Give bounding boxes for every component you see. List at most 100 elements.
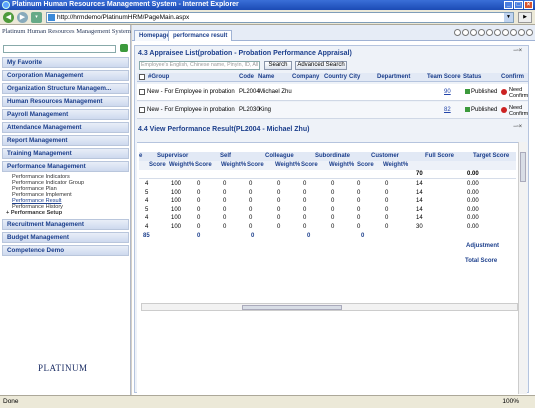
summary-score: 85 bbox=[143, 233, 150, 239]
result-cell: 0 bbox=[249, 215, 253, 221]
sub-head: Weight% bbox=[329, 162, 355, 168]
sidebar-item-competence[interactable]: Competence Demo bbox=[2, 245, 129, 256]
sidebar-item-performance[interactable]: Performance Management bbox=[2, 161, 129, 172]
sidebar-sub-setup[interactable]: + Performance Setup bbox=[6, 210, 62, 216]
help-icon[interactable] bbox=[510, 29, 517, 36]
row-confirm[interactable]: Need Confirm bbox=[509, 87, 529, 99]
col-code[interactable]: Code bbox=[239, 73, 254, 82]
col-group[interactable]: #Group bbox=[148, 73, 169, 82]
select-all-checkbox[interactable] bbox=[139, 74, 145, 80]
need-confirm-icon[interactable] bbox=[501, 107, 507, 113]
col-team-score[interactable]: Team Score bbox=[427, 73, 461, 82]
row-team-score-link[interactable]: 82 bbox=[444, 102, 451, 119]
result-cell: 100 bbox=[171, 215, 182, 221]
forward-button[interactable]: ▶ bbox=[17, 12, 28, 23]
result-cell: 0 bbox=[357, 206, 361, 213]
row-status-text: Published bbox=[471, 89, 498, 95]
group-head-subordinate: Subordinate bbox=[315, 153, 351, 159]
sidebar-item-corporation[interactable]: Corporation Management bbox=[2, 70, 129, 81]
horizontal-scrollbar[interactable] bbox=[141, 303, 518, 311]
col-country[interactable]: Country bbox=[324, 73, 347, 82]
result-cell: 0 bbox=[197, 215, 201, 221]
result-cell: 100 bbox=[171, 206, 182, 213]
system-title: Platinum Human Resources Management Syst… bbox=[2, 28, 131, 35]
sidebar-item-report[interactable]: Report Management bbox=[2, 135, 129, 146]
address-input[interactable]: http://hrmdemo/PlatinumHRM/PageMain.aspx… bbox=[46, 12, 514, 23]
tab-performance-result[interactable]: performance result bbox=[168, 30, 233, 41]
result-cell: 14 bbox=[416, 181, 423, 187]
table-row[interactable]: New - For Employee in probation PL2004 M… bbox=[137, 84, 528, 101]
scroll-thumb[interactable] bbox=[520, 152, 526, 182]
sub-head: Score bbox=[357, 162, 374, 168]
result-cell: 0 bbox=[357, 181, 361, 187]
sidebar-item-attendance[interactable]: Attendance Management bbox=[2, 122, 129, 133]
col-name[interactable]: Name bbox=[258, 73, 274, 82]
row-checkbox[interactable] bbox=[139, 89, 145, 95]
result-cell: 100 bbox=[171, 181, 182, 187]
row-team-score-link[interactable]: 90 bbox=[444, 84, 451, 101]
search-icon[interactable] bbox=[120, 44, 128, 52]
advanced-search-button[interactable]: Advanced Search bbox=[295, 61, 347, 70]
vertical-scrollbar[interactable] bbox=[518, 142, 527, 394]
prev-icon[interactable] bbox=[462, 29, 469, 36]
close-button[interactable]: × bbox=[524, 1, 533, 9]
maximize-button[interactable]: □ bbox=[514, 1, 523, 9]
chevron-down-icon[interactable]: ▼ bbox=[504, 13, 513, 22]
sidebar-item-budget[interactable]: Budget Management bbox=[2, 232, 129, 243]
sidebar-item-payroll[interactable]: Payroll Management bbox=[2, 109, 129, 120]
result-cell: 100 bbox=[171, 223, 182, 230]
need-confirm-icon[interactable] bbox=[501, 89, 507, 95]
zoom-level[interactable]: 100% bbox=[502, 396, 519, 408]
sidebar-item-training[interactable]: Training Management bbox=[2, 148, 129, 159]
result-cell: 0 bbox=[223, 198, 227, 204]
search-button[interactable]: Search bbox=[264, 61, 292, 70]
scroll-thumb[interactable] bbox=[242, 305, 342, 310]
col-confirm[interactable]: Confirm bbox=[501, 73, 524, 82]
next-icon[interactable] bbox=[470, 29, 477, 36]
tab-bar: Homepage performance result bbox=[132, 25, 535, 41]
panel-controls[interactable]: −▫× bbox=[513, 48, 522, 54]
first-icon[interactable] bbox=[454, 29, 461, 36]
result-cell: 0.00 bbox=[467, 181, 479, 187]
result-cell: 0 bbox=[385, 215, 389, 221]
platinum-logo: PLATINUM bbox=[38, 363, 88, 373]
address-toolbar: ◀ ▶ ▾ http://hrmdemo/PlatinumHRM/PageMai… bbox=[0, 10, 535, 25]
minimize-button[interactable]: _ bbox=[504, 1, 513, 9]
result-cell: 4 bbox=[145, 223, 149, 230]
sub-head: Weight% bbox=[221, 162, 247, 168]
result-cell: 0 bbox=[331, 198, 335, 204]
window-title: Platinum Human Resources Management Syst… bbox=[12, 1, 239, 8]
table-row[interactable]: New - For Employee in probation PL2030 K… bbox=[137, 102, 528, 119]
status-bar: Done 100% bbox=[0, 395, 535, 408]
close-tab-icon[interactable] bbox=[526, 29, 533, 36]
back-button[interactable]: ◀ bbox=[3, 12, 14, 23]
appraisee-search-input[interactable]: Employee's English, Chinese name, Pinyin… bbox=[139, 61, 260, 70]
col-status[interactable]: Status bbox=[463, 73, 481, 82]
result-cell: 0 bbox=[197, 189, 201, 196]
sidebar-item-organization[interactable]: Organization Structure Managem... bbox=[2, 83, 129, 94]
result-cell: 0 bbox=[385, 223, 389, 230]
refresh-icon[interactable] bbox=[486, 29, 493, 36]
col-city[interactable]: City bbox=[349, 73, 360, 82]
last-icon[interactable] bbox=[478, 29, 485, 36]
row-checkbox[interactable] bbox=[139, 107, 145, 113]
print-icon[interactable] bbox=[494, 29, 501, 36]
col-department[interactable]: Department bbox=[377, 73, 410, 82]
status-text: Done bbox=[3, 398, 19, 405]
go-button[interactable]: ▶ bbox=[518, 12, 532, 23]
sidebar-item-human-resources[interactable]: Human Resources Management bbox=[2, 96, 129, 107]
row-name: King bbox=[259, 107, 272, 113]
settings-icon[interactable] bbox=[518, 29, 525, 36]
result-cell: 5 bbox=[145, 189, 149, 196]
sidebar-item-recruitment[interactable]: Recruitment Management bbox=[2, 219, 129, 230]
sidebar-search-input[interactable] bbox=[3, 45, 116, 53]
result-panel bbox=[137, 142, 522, 394]
sub-head: Score bbox=[301, 162, 318, 168]
recent-pages-button[interactable]: ▾ bbox=[31, 12, 42, 23]
col-company[interactable]: Company bbox=[292, 73, 319, 82]
result-cell: 14 bbox=[416, 206, 423, 213]
result-panel-controls[interactable]: −▫× bbox=[513, 124, 522, 130]
sidebar-item-my-favorite[interactable]: My Favorite bbox=[2, 57, 129, 68]
row-confirm[interactable]: Need Confirm bbox=[509, 105, 529, 117]
export-icon[interactable] bbox=[502, 29, 509, 36]
